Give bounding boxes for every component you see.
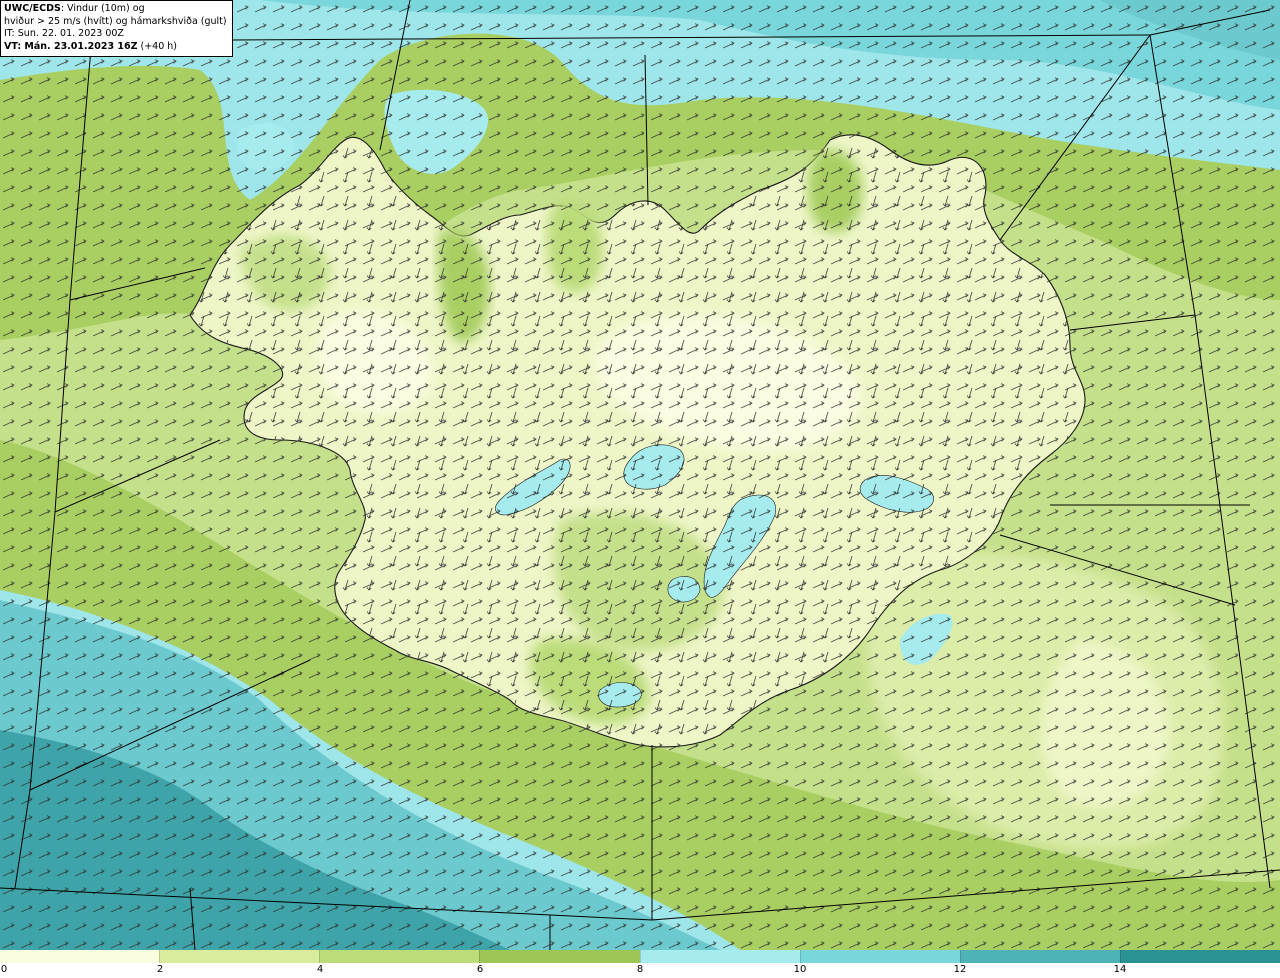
- colorbar-tick-label: 6: [476, 964, 484, 975]
- wind-speed-colorbar: [0, 950, 1280, 963]
- colorbar-tick-label: 14: [1113, 964, 1127, 975]
- map-title-box: UWC/ECDS: Vindur (10m) og hviður > 25 m/…: [0, 0, 233, 57]
- colorbar-segment: [319, 950, 480, 963]
- colorbar-tick-label: 12: [953, 964, 967, 975]
- colorbar-segment: [959, 950, 1120, 963]
- colorbar-segment: [479, 950, 640, 963]
- colorbar-tick-label: 0: [0, 964, 8, 975]
- forecast-map: UWC/ECDS: Vindur (10m) og hviður > 25 m/…: [0, 0, 1280, 978]
- colorbar-tick-labels: 0 2 4 6 8 10 12 14: [0, 963, 1280, 978]
- title-line-2: hviður > 25 m/s (hvítt) og hámarkshviða …: [4, 15, 227, 27]
- colorbar-segment: [0, 950, 160, 963]
- colorbar-segment: [159, 950, 320, 963]
- colorbar-segment: [1119, 950, 1280, 963]
- colorbar-tick-label: 4: [316, 964, 324, 975]
- wind-map-canvas: [0, 0, 1280, 950]
- valid-time: VT: Mán. 23.01.2023 16Z: [4, 40, 138, 52]
- model-name: UWC/ECDS: [4, 3, 61, 14]
- lead-time: (+40 h): [137, 40, 178, 52]
- colorbar-tick-label: 10: [793, 964, 807, 975]
- valid-time-line: VT: Mán. 23.01.2023 16Z (+40 h): [4, 41, 229, 54]
- colorbar-segment: [799, 950, 960, 963]
- colorbar-tick-label: 8: [636, 964, 644, 975]
- colorbar-segment: [639, 950, 800, 963]
- colorbar-tick-label: 2: [156, 964, 164, 975]
- title-line-1: UWC/ECDS: Vindur (10m) og: [4, 3, 229, 16]
- title-line-1-rest: : Vindur (10m) og: [60, 3, 145, 14]
- init-time: IT: Sun. 22. 01. 2023 00Z: [4, 28, 124, 39]
